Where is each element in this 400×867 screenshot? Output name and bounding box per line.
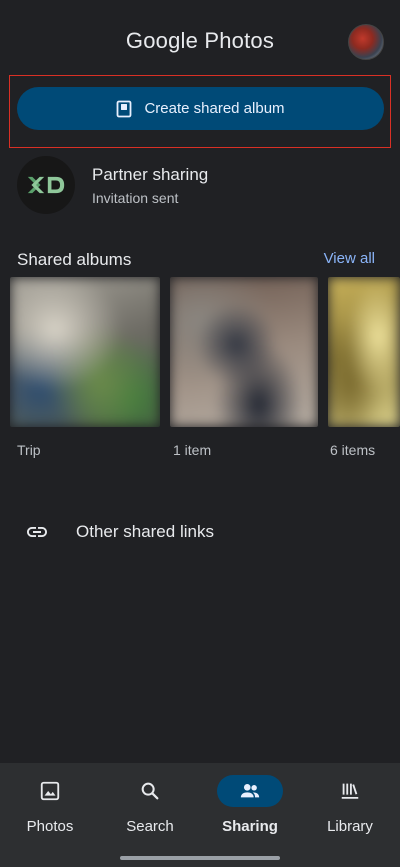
search-icon (141, 782, 159, 800)
create-button-label: Create shared album (144, 100, 285, 117)
account-avatar[interactable] (348, 24, 384, 60)
nav-label-photos: Photos (26, 818, 74, 835)
nav-label-library: Library (327, 818, 373, 835)
album-label-2: 1 item (173, 442, 212, 458)
nav-label-sharing: Sharing (222, 818, 278, 835)
link-icon (27, 527, 47, 537)
library-icon (341, 783, 359, 799)
album-thumbnail-3[interactable] (328, 277, 400, 427)
shared-album-icon (117, 100, 132, 117)
album-thumbnail-trip[interactable] (10, 277, 160, 427)
view-all-link[interactable]: View all (324, 250, 375, 267)
partner-logo-icon (17, 156, 75, 214)
other-shared-links-row[interactable]: Other shared links (25, 520, 214, 544)
google-photos-logo: Google Photos (0, 28, 400, 54)
album-thumbnail-2[interactable] (170, 277, 318, 427)
album-label-trip: Trip (17, 442, 41, 458)
create-shared-album-button[interactable]: Create shared album (17, 87, 384, 130)
photo-icon (40, 781, 60, 801)
nav-tab-search[interactable]: Search (100, 763, 200, 867)
shared-albums-heading: Shared albums (17, 250, 132, 269)
logo-brand: Google (125, 28, 199, 53)
partner-sharing-status: Invitation sent (92, 189, 179, 206)
nav-tab-photos[interactable]: Photos (0, 763, 100, 867)
logo-product: Photos (204, 28, 275, 53)
partner-sharing-row[interactable]: Partner sharing Invitation sent (17, 155, 383, 215)
gesture-home-bar[interactable] (120, 856, 280, 860)
partner-sharing-title: Partner sharing (92, 164, 209, 184)
other-shared-links-label: Other shared links (76, 522, 214, 541)
people-icon (240, 784, 260, 798)
nav-tab-library[interactable]: Library (300, 763, 400, 867)
nav-tab-sharing[interactable]: Sharing (200, 763, 300, 867)
nav-label-search: Search (126, 818, 174, 835)
bottom-navigation: Photos Search Sharing Library (0, 763, 400, 867)
album-label-3: 6 items (330, 442, 376, 458)
app-header: Google Photos (0, 0, 400, 82)
